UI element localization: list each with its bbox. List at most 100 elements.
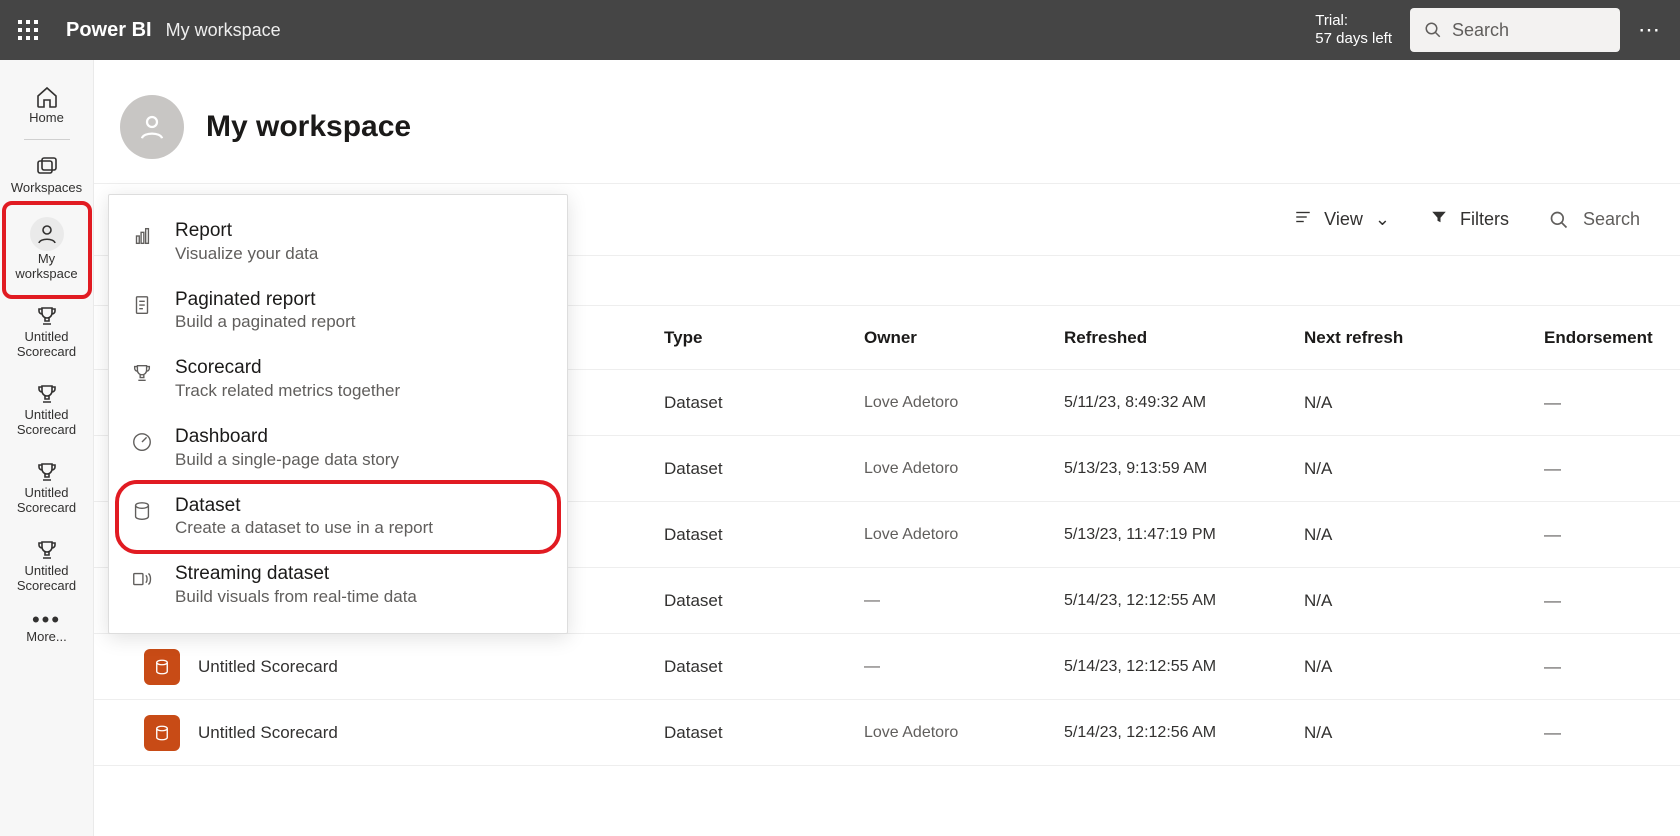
dd-item-report[interactable]: ReportVisualize your data [109, 207, 567, 276]
row-name: Untitled Scorecard [198, 723, 338, 743]
row-owner: Love Adetoro [864, 526, 1064, 544]
dd-dashboard-sub: Build a single-page data story [175, 450, 399, 470]
row-owner: — [864, 592, 1064, 610]
nav-workspaces-label: Workspaces [11, 180, 82, 195]
row-next-refresh: N/A [1304, 459, 1544, 479]
streaming-icon [129, 566, 155, 592]
toolbar-search-label: Search [1583, 209, 1640, 230]
global-search-input[interactable]: Search [1410, 8, 1620, 52]
table-row[interactable]: Untitled Scorecard Dataset Love Adetoro … [94, 700, 1680, 766]
dd-item-paginated-report[interactable]: Paginated reportBuild a paginated report [109, 276, 567, 345]
dd-dashboard-title: Dashboard [175, 425, 399, 450]
search-icon [1549, 210, 1569, 230]
nav-scorecard-4-label: Untitled Scorecard [14, 563, 80, 593]
dd-streaming-sub: Build visuals from real-time data [175, 587, 417, 607]
breadcrumb[interactable]: My workspace [166, 20, 281, 41]
col-refreshed[interactable]: Refreshed [1064, 328, 1304, 348]
row-next-refresh: N/A [1304, 393, 1544, 413]
row-refreshed: 5/14/23, 12:12:55 AM [1064, 592, 1304, 610]
dashboard-icon [129, 429, 155, 455]
search-icon [1424, 21, 1442, 39]
row-type: Dataset [664, 657, 864, 677]
trial-status[interactable]: Trial: 57 days left [1315, 12, 1392, 48]
chevron-down-icon: ⌄ [1375, 209, 1390, 230]
row-refreshed: 5/11/23, 8:49:32 AM [1064, 394, 1304, 412]
row-type: Dataset [664, 723, 864, 743]
row-owner: Love Adetoro [864, 394, 1064, 412]
row-refreshed: 5/14/23, 12:12:55 AM [1064, 658, 1304, 676]
dataset-icon [129, 498, 155, 524]
dd-dataset-title: Dataset [175, 494, 433, 519]
table-row[interactable]: Untitled Scorecard Dataset — 5/14/23, 12… [94, 634, 1680, 700]
dd-report-sub: Visualize your data [175, 244, 318, 264]
trophy-icon [34, 537, 60, 563]
row-endorsement: — [1544, 525, 1680, 545]
workspace-title: My workspace [206, 110, 411, 144]
row-endorsement: — [1544, 657, 1680, 677]
nav-more[interactable]: ••• More... [10, 605, 84, 656]
row-next-refresh: N/A [1304, 525, 1544, 545]
header-more-icon[interactable]: ⋯ [1638, 17, 1662, 43]
col-next-refresh[interactable]: Next refresh [1304, 328, 1544, 348]
nav-scorecard-4[interactable]: Untitled Scorecard [10, 527, 84, 605]
home-icon [34, 84, 60, 110]
workspace-avatar [120, 95, 184, 159]
nav-more-label: More... [26, 629, 66, 644]
search-placeholder: Search [1452, 20, 1509, 41]
dd-streaming-title: Streaming dataset [175, 562, 417, 587]
trophy-icon [34, 381, 60, 407]
nav-scorecard-1-label: Untitled Scorecard [14, 329, 80, 359]
row-owner: — [864, 658, 1064, 676]
nav-scorecard-3[interactable]: Untitled Scorecard [10, 449, 84, 527]
dataset-row-icon [144, 715, 180, 751]
col-type[interactable]: Type [664, 328, 864, 348]
row-next-refresh: N/A [1304, 591, 1544, 611]
nav-workspaces[interactable]: Workspaces [10, 144, 84, 207]
trial-line2: 57 days left [1315, 30, 1392, 48]
col-owner[interactable]: Owner [864, 328, 1064, 348]
brand-label: Power BI [66, 19, 152, 42]
row-next-refresh: N/A [1304, 657, 1544, 677]
dd-scorecard-title: Scorecard [175, 356, 400, 381]
nav-my-workspace[interactable]: My workspace [10, 207, 84, 293]
main-content: My workspace + New ⌄ Upload ⌄ View ⌄ [94, 60, 1680, 836]
nav-scorecard-3-label: Untitled Scorecard [14, 485, 80, 515]
row-owner: Love Adetoro [864, 460, 1064, 478]
row-type: Dataset [664, 591, 864, 611]
row-refreshed: 5/13/23, 9:13:59 AM [1064, 460, 1304, 478]
row-type: Dataset [664, 525, 864, 545]
dd-paginated-title: Paginated report [175, 288, 356, 313]
nav-home[interactable]: Home [10, 74, 84, 137]
dd-item-streaming-dataset[interactable]: Streaming datasetBuild visuals from real… [109, 550, 567, 619]
dd-scorecard-sub: Track related metrics together [175, 381, 400, 401]
filters-button[interactable]: Filters [1430, 208, 1509, 231]
row-name: Untitled Scorecard [198, 657, 338, 677]
workspaces-icon [34, 154, 60, 180]
row-next-refresh: N/A [1304, 723, 1544, 743]
report-icon [129, 223, 155, 249]
filter-icon [1430, 208, 1448, 231]
left-nav: Home Workspaces My workspace Untitled Sc… [0, 60, 94, 836]
row-type: Dataset [664, 459, 864, 479]
dd-item-dashboard[interactable]: DashboardBuild a single-page data story [109, 413, 567, 482]
nav-scorecard-1[interactable]: Untitled Scorecard [10, 293, 84, 371]
row-owner: Love Adetoro [864, 724, 1064, 742]
dd-item-dataset[interactable]: DatasetCreate a dataset to use in a repo… [109, 482, 567, 551]
view-icon [1294, 208, 1312, 231]
row-endorsement: — [1544, 723, 1680, 743]
trophy-icon [34, 459, 60, 485]
col-endorsement[interactable]: Endorsement [1544, 328, 1680, 348]
paginated-report-icon [129, 292, 155, 318]
scorecard-icon [129, 360, 155, 386]
dd-item-scorecard[interactable]: ScorecardTrack related metrics together [109, 344, 567, 413]
nav-home-label: Home [29, 110, 64, 125]
view-button[interactable]: View ⌄ [1294, 208, 1390, 231]
dd-report-title: Report [175, 219, 318, 244]
nav-my-workspace-label: My workspace [14, 251, 80, 281]
toolbar-search[interactable]: Search [1549, 209, 1640, 230]
app-launcher-icon[interactable] [18, 20, 38, 40]
row-endorsement: — [1544, 459, 1680, 479]
view-label: View [1324, 209, 1363, 230]
nav-scorecard-2[interactable]: Untitled Scorecard [10, 371, 84, 449]
trial-line1: Trial: [1315, 12, 1392, 30]
